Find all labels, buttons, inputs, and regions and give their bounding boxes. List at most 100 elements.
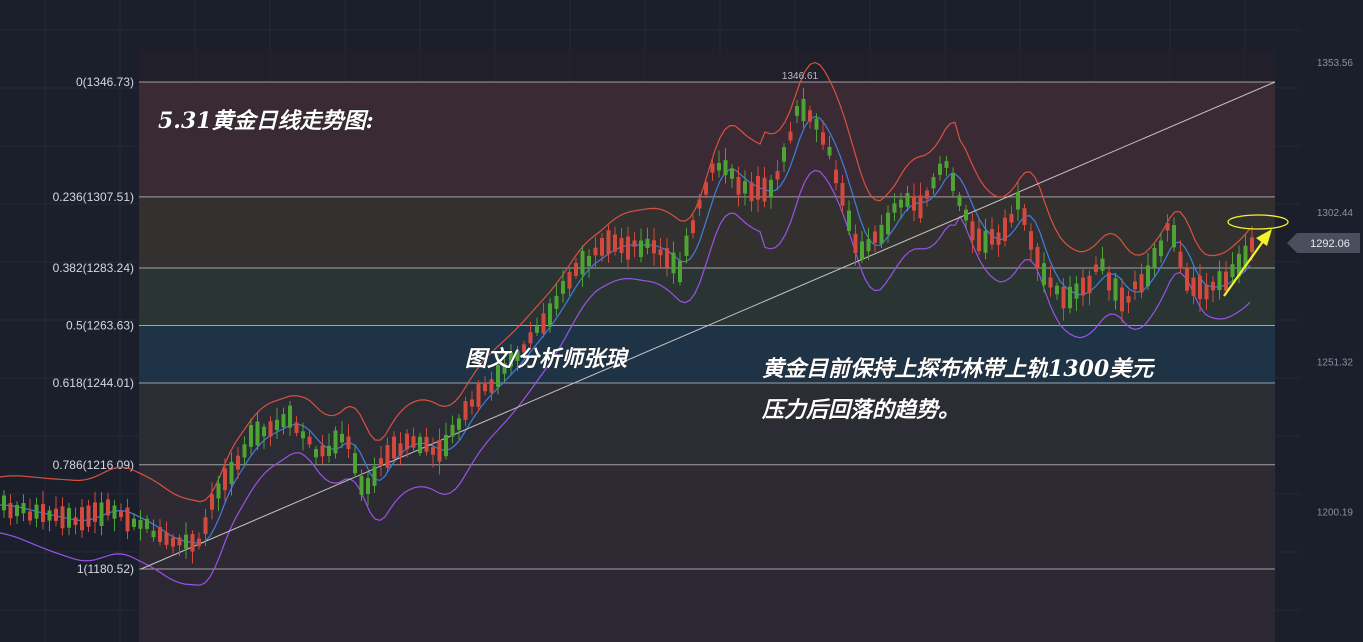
candle-body: [1055, 285, 1059, 295]
candle-body: [808, 110, 812, 122]
candle-body: [561, 280, 565, 294]
candle-body: [743, 181, 747, 194]
candle-body: [918, 195, 923, 219]
candle-body: [847, 210, 851, 231]
candle-body: [619, 238, 624, 253]
candle-body: [1126, 296, 1131, 303]
candle-body: [333, 430, 338, 454]
candle-body: [678, 260, 682, 283]
candle-body: [1152, 247, 1157, 268]
candle-body: [613, 234, 617, 252]
candle-body: [184, 534, 188, 549]
candle-body: [652, 240, 656, 254]
candle-body: [483, 382, 487, 392]
candle-body: [1113, 278, 1118, 301]
candle-body: [8, 503, 13, 519]
author-credit: 图文/分析师张琅: [465, 346, 630, 372]
candle-body: [158, 527, 162, 542]
candle-body: [398, 443, 403, 456]
candle-body: [60, 506, 65, 529]
price-axis-tick: 1353.56: [1317, 58, 1354, 69]
candle-body: [1042, 263, 1046, 285]
candle-body: [736, 176, 741, 195]
candle-body: [632, 240, 637, 247]
candle-body: [931, 177, 936, 189]
candle-body: [307, 436, 312, 445]
candle-body: [1120, 287, 1124, 312]
current-price-label: 1292.06: [1310, 238, 1350, 250]
candle-body: [1094, 264, 1098, 272]
candle-body: [704, 182, 708, 195]
candle-body: [756, 175, 760, 200]
candle-body: [1029, 231, 1033, 250]
candle-body: [860, 241, 864, 260]
candle-body: [28, 511, 32, 521]
candle-body: [437, 439, 442, 462]
candle-body: [177, 537, 182, 546]
candle-body: [853, 233, 858, 254]
candle-body: [125, 507, 130, 532]
candle-body: [535, 326, 539, 333]
candle-body: [320, 445, 325, 457]
candle-body: [457, 418, 461, 430]
candle-body: [554, 295, 559, 309]
candle-body: [281, 414, 286, 428]
candle-body: [873, 231, 877, 243]
candle-body: [788, 131, 793, 141]
candle-body: [366, 477, 370, 494]
candle-body: [879, 224, 884, 244]
candle-body: [834, 169, 838, 184]
fib-zone: [139, 82, 1275, 197]
candle-body: [1224, 271, 1228, 291]
candle-body: [119, 510, 123, 518]
candle-body: [424, 436, 429, 452]
candle-body: [275, 419, 279, 431]
chart-title: 5.31黄金日线走势图:: [158, 108, 374, 134]
peak-label: 1346.61: [782, 71, 819, 82]
candle-body: [1068, 286, 1072, 309]
candle-body: [1074, 283, 1079, 299]
candle-body: [996, 232, 1001, 245]
candle-body: [730, 168, 734, 179]
candle-body: [15, 504, 19, 517]
fib-zone-below: [139, 569, 1275, 642]
candle-body: [145, 518, 149, 529]
candle-body: [418, 436, 422, 454]
candle-body: [639, 240, 643, 257]
fib-label: 0.5(1263.63): [66, 319, 134, 333]
candle-body: [210, 494, 214, 510]
candle-body: [171, 537, 175, 547]
fib-label: 0(1346.73): [76, 75, 134, 89]
candle-body: [990, 229, 994, 245]
candle-body: [691, 220, 695, 234]
fib-zone-above: [139, 50, 1275, 82]
candle-body: [112, 505, 117, 519]
candle-body: [1250, 237, 1254, 253]
candle-body: [983, 230, 988, 253]
candle-body: [164, 532, 169, 545]
candle-body: [1107, 272, 1111, 291]
fib-label: 1(1180.52): [77, 562, 134, 576]
candle-body: [1087, 275, 1092, 294]
candle-body: [1198, 275, 1202, 300]
candle-body: [795, 106, 799, 116]
fib-label: 0.618(1244.01): [53, 376, 134, 390]
candle-body: [450, 424, 455, 437]
fib-label: 0.786(1216.09): [53, 458, 134, 472]
candle-body: [80, 507, 84, 531]
candle-body: [749, 182, 754, 202]
candle-body: [1211, 281, 1215, 291]
candle-body: [431, 447, 435, 455]
candle-body: [626, 236, 630, 260]
candle-body: [1165, 222, 1170, 231]
candle-body: [866, 239, 871, 252]
candle-body: [970, 221, 975, 241]
candle-body: [574, 263, 578, 276]
candle-body: [606, 230, 611, 255]
candle-body: [151, 530, 156, 538]
candle-body: [86, 505, 91, 527]
price-axis-tick: 1251.32: [1317, 358, 1354, 369]
candle-body: [1035, 246, 1040, 269]
candle-body: [899, 199, 903, 208]
fib-zone: [139, 196, 1275, 269]
